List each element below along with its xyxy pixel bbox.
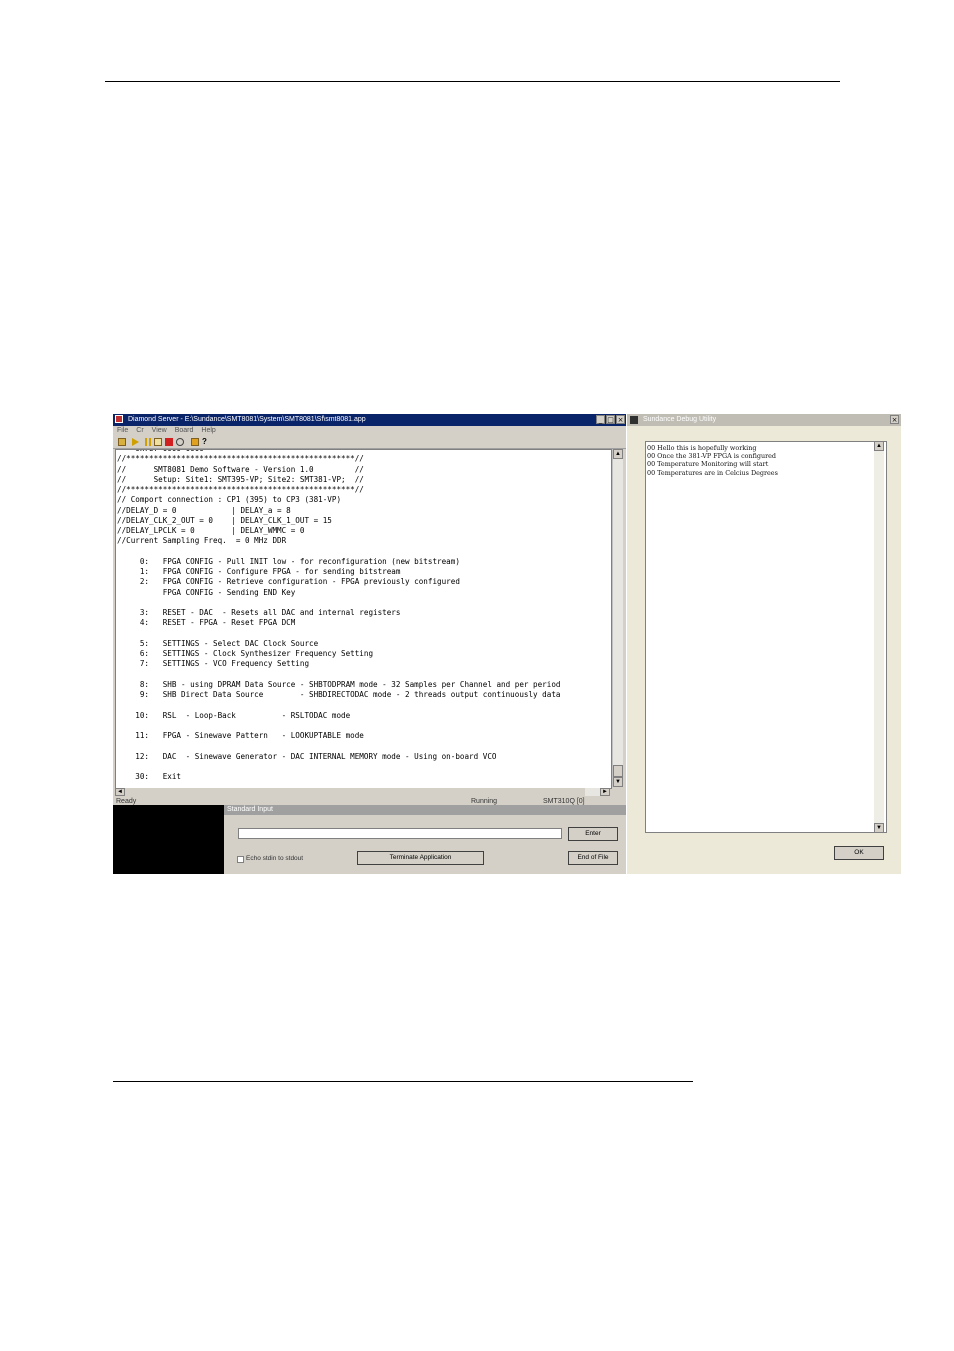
echo-stdin-label: Echo stdin to stdout (246, 855, 304, 862)
pause-icon[interactable] (145, 438, 151, 446)
debug-close-icon[interactable]: × (890, 415, 899, 424)
settings-icon[interactable] (191, 438, 199, 446)
scroll-right-icon[interactable]: ► (600, 788, 610, 796)
stop-icon[interactable] (165, 438, 173, 446)
console-horizontal-scrollbar[interactable]: ◄ ► (115, 788, 610, 796)
ok-button[interactable]: OK (834, 846, 884, 860)
menu-board[interactable]: Board (175, 426, 194, 436)
minimize-icon[interactable]: _ (596, 415, 605, 424)
scroll-thumb[interactable] (613, 765, 623, 777)
server-menu-bar: File Cr View Board Help (113, 426, 626, 436)
debug-vertical-scrollbar[interactable]: ▲ ▼ (874, 441, 884, 833)
run-icon[interactable] (132, 438, 139, 446)
debug-scroll-down-icon[interactable]: ▼ (874, 823, 884, 833)
server-toolbar: ? (113, 436, 626, 449)
debug-title-bar[interactable]: Sundance Debug Utility × (627, 414, 901, 426)
menu-help[interactable]: Help (201, 426, 215, 436)
footnote-rule (113, 1081, 693, 1082)
enter-button[interactable]: Enter (568, 827, 618, 841)
server-title-text: Diamond Server - E:\Sundance\SMT8081\Sys… (127, 416, 366, 423)
black-panel (113, 805, 224, 874)
console-vertical-scrollbar[interactable]: ▲ ▼ (612, 449, 623, 787)
server-app-icon (115, 415, 123, 423)
step-icon[interactable] (154, 438, 162, 446)
debug-text: 00 Hello this is hopefully working 00 On… (647, 444, 778, 477)
stdin-input[interactable] (238, 828, 562, 839)
maximize-icon[interactable]: □ (606, 415, 615, 424)
standard-input-panel: Standard Input Enter Echo stdin to stdou… (224, 805, 626, 874)
menu-file[interactable]: File (117, 426, 128, 436)
scroll-up-icon[interactable]: ▲ (613, 449, 623, 459)
scroll-down-icon[interactable]: ▼ (613, 777, 623, 787)
page-header-rule (105, 81, 840, 82)
open-folder-icon[interactable] (118, 438, 126, 446)
debug-output[interactable]: 00 Hello this is hopefully working 00 On… (645, 441, 887, 833)
menu-cr[interactable]: Cr (136, 426, 143, 436)
close-icon[interactable]: × (616, 415, 625, 424)
debug-title-text: Sundance Debug Utility (642, 416, 717, 423)
menu-view[interactable]: View (152, 426, 167, 436)
end-of-file-button[interactable]: End of File (568, 851, 618, 865)
debug-app-icon (630, 416, 638, 424)
console-text: 0x787 0000 0000 //**********************… (117, 450, 561, 781)
help-icon[interactable]: ? (202, 438, 210, 446)
console-output[interactable]: 0x787 0000 0000 //**********************… (115, 449, 612, 789)
server-window: Diamond Server - E:\Sundance\SMT8081\Sys… (113, 414, 626, 874)
echo-stdin-checkbox[interactable] (237, 856, 244, 863)
reset-icon[interactable] (176, 438, 184, 446)
hscroll-thumb[interactable] (125, 788, 585, 796)
server-title-bar[interactable]: Diamond Server - E:\Sundance\SMT8081\Sys… (113, 414, 626, 426)
debug-window: Sundance Debug Utility × 00 Hello this i… (627, 414, 901, 874)
debug-scroll-up-icon[interactable]: ▲ (874, 441, 884, 451)
standard-input-title: Standard Input (224, 805, 626, 815)
terminate-application-button[interactable]: Terminate Application (357, 851, 484, 865)
scroll-left-icon[interactable]: ◄ (115, 788, 125, 796)
